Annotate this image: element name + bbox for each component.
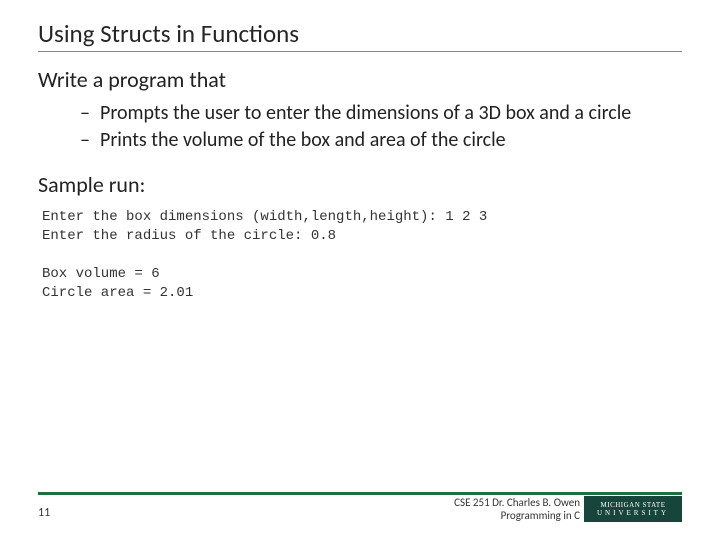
- sample-run-label: Sample run:: [38, 171, 682, 198]
- slide-number: 11: [38, 506, 50, 520]
- logo-top-text: MICHIGAN STATE: [601, 501, 666, 509]
- bullet-list: – Prompts the user to enter the dimensio…: [80, 101, 682, 153]
- code-line: Enter the box dimensions (width,length,h…: [42, 209, 487, 225]
- logo-bottom-text: UNIVERSITY: [597, 509, 669, 517]
- credit-line: CSE 251 Dr. Charles B. Owen: [454, 496, 580, 509]
- code-line: Enter the radius of the circle: 0.8: [42, 228, 336, 244]
- dash-icon: –: [80, 101, 100, 126]
- intro-text: Write a program that: [38, 66, 682, 93]
- dash-icon: –: [80, 128, 100, 153]
- bullet-text: Prompts the user to enter the dimensions…: [100, 101, 631, 126]
- credit-line: Programming in C: [454, 509, 580, 522]
- code-line: Box volume = 6: [42, 266, 160, 282]
- slide-body: Using Structs in Functions Write a progr…: [0, 0, 720, 302]
- slide-title: Using Structs in Functions: [38, 18, 682, 52]
- bullet-text: Prints the volume of the box and area of…: [100, 128, 506, 153]
- slide-footer: 11 CSE 251 Dr. Charles B. Owen Programmi…: [0, 492, 720, 526]
- credit-text: CSE 251 Dr. Charles B. Owen Programming …: [454, 496, 580, 522]
- code-line: Circle area = 2.01: [42, 285, 193, 301]
- code-block: Enter the box dimensions (width,length,h…: [42, 208, 682, 302]
- list-item: – Prompts the user to enter the dimensio…: [80, 101, 682, 126]
- list-item: – Prints the volume of the box and area …: [80, 128, 682, 153]
- msu-logo: MICHIGAN STATE UNIVERSITY: [584, 496, 682, 522]
- footer-rule: [38, 492, 682, 495]
